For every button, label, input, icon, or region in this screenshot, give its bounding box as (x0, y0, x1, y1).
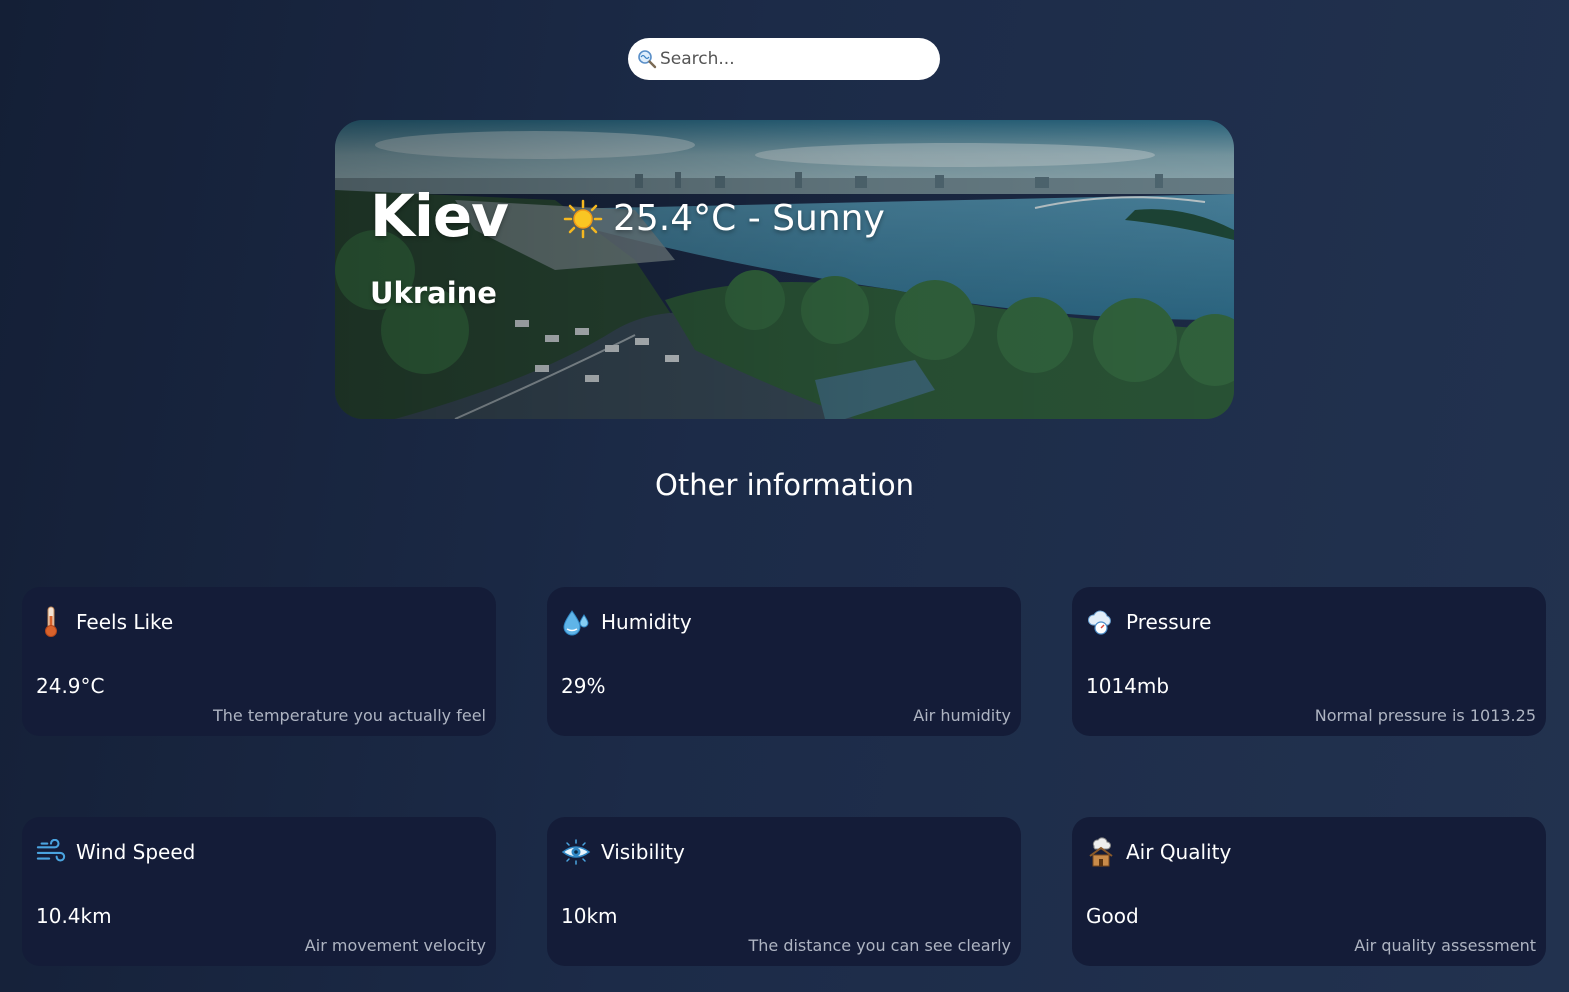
card-air-quality: Air Quality Good Air quality assessment (1072, 817, 1546, 966)
card-description: Air quality assessment (1354, 936, 1536, 955)
pressure-cloud-icon (1086, 605, 1116, 639)
card-value: 29% (561, 674, 606, 698)
card-value: 1014mb (1086, 674, 1170, 698)
card-label: Air Quality (1126, 840, 1232, 864)
city-background-image (335, 120, 1234, 419)
card-value: 24.9°C (36, 674, 105, 698)
country-name: Ukraine (370, 276, 497, 310)
card-description: The distance you can see clearly (748, 936, 1011, 955)
card-description: Air movement velocity (304, 936, 486, 955)
temperature-text: 25.4°C - Sunny (613, 198, 885, 239)
humidity-drops-icon (561, 605, 591, 639)
thermometer-icon (36, 605, 66, 639)
search-input[interactable] (660, 49, 920, 69)
current-condition: 25.4°C - Sunny (563, 198, 885, 239)
wind-icon (36, 835, 66, 869)
card-value: Good (1086, 904, 1139, 928)
card-value: 10km (561, 904, 618, 928)
sun-icon (563, 199, 603, 238)
card-wind-speed: Wind Speed 10.4km Air movement velocity (22, 817, 496, 966)
hero-card: Kiev 25.4°C - Sunny Ukraine (335, 120, 1234, 419)
card-feels-like: Feels Like 24.9°C The temperature you ac… (22, 587, 496, 736)
search-icon (636, 48, 658, 70)
card-label: Feels Like (76, 610, 174, 634)
card-label: Visibility (601, 840, 685, 864)
card-label: Humidity (601, 610, 692, 634)
card-visibility: Visibility 10km The distance you can see… (547, 817, 1021, 966)
card-description: The temperature you actually feel (212, 706, 486, 725)
card-pressure: Pressure 1014mb Normal pressure is 1013.… (1072, 587, 1546, 736)
card-label: Wind Speed (76, 840, 196, 864)
search-bar[interactable] (628, 38, 940, 80)
section-title: Other information (655, 468, 914, 502)
card-description: Air humidity (913, 706, 1011, 725)
card-description: Normal pressure is 1013.25 (1314, 706, 1536, 725)
card-humidity: Humidity 29% Air humidity (547, 587, 1021, 736)
card-label: Pressure (1126, 610, 1212, 634)
city-name: Kiev (370, 182, 509, 250)
eye-icon (561, 835, 591, 869)
card-value: 10.4km (36, 904, 112, 928)
air-quality-house-icon (1086, 835, 1116, 869)
